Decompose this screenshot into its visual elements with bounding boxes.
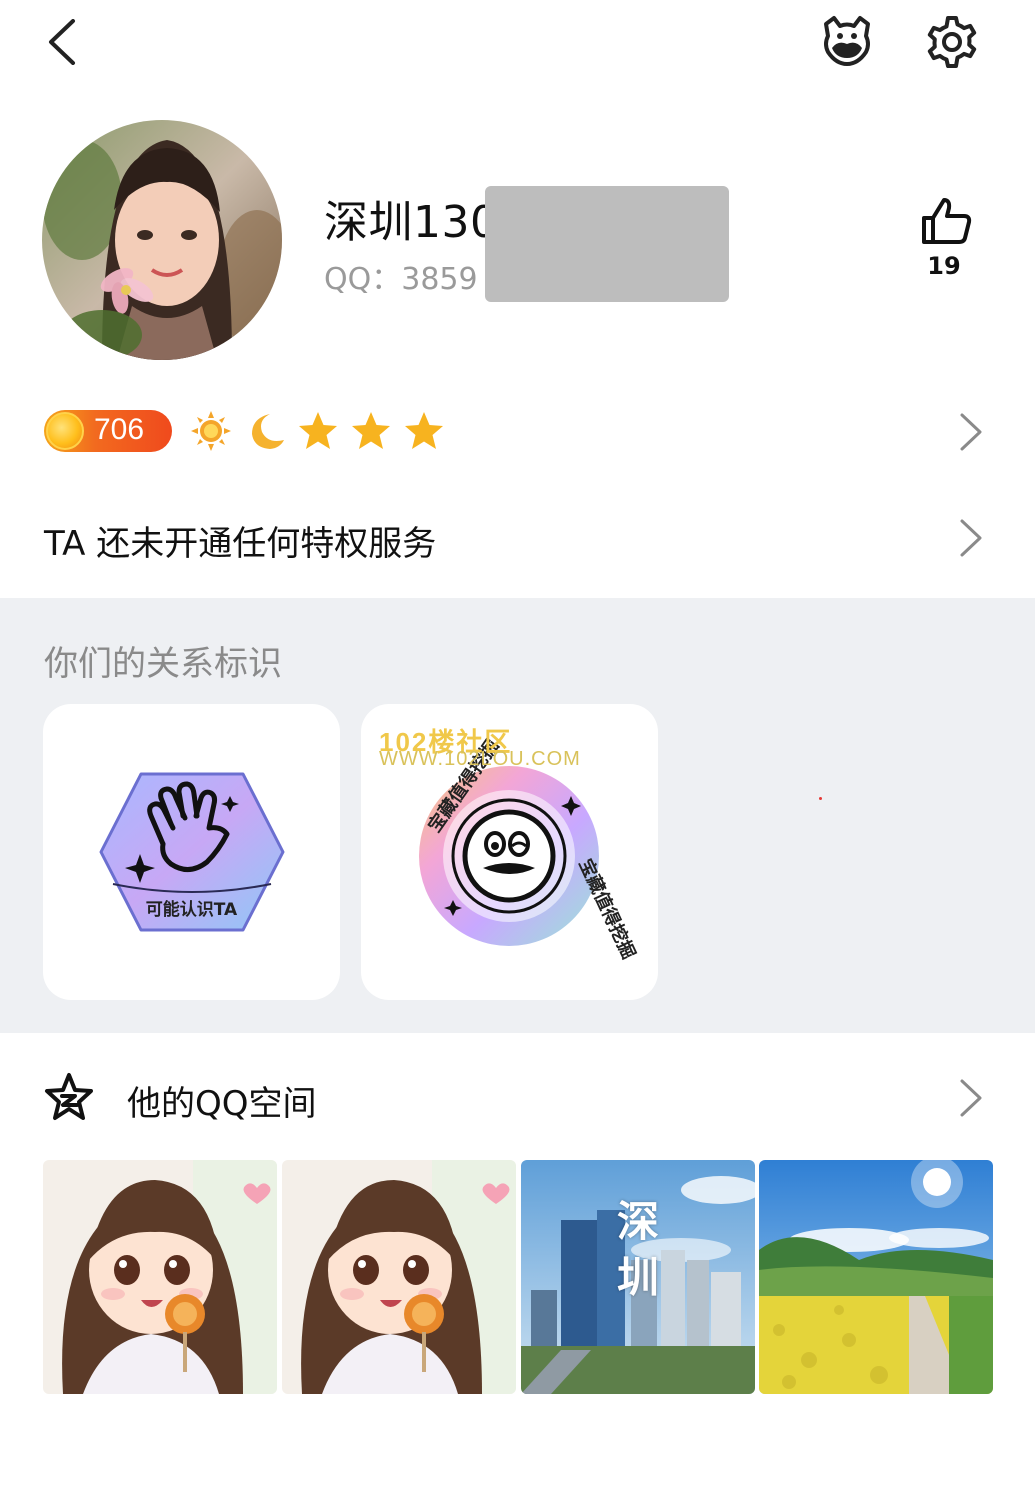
qzone-row[interactable]: 他的QQ空间 [0, 1060, 1035, 1140]
qq-label: QQ： [324, 262, 402, 297]
qzone-photo-2[interactable] [282, 1160, 516, 1394]
level-row[interactable]: 706 [0, 400, 1035, 466]
anime-girl-photo [43, 1160, 277, 1394]
privilege-text: TA 还未开通任何特权服务 [44, 524, 437, 564]
top-bar [0, 0, 1035, 90]
privilege-row[interactable]: TA 还未开通任何特权服务 [0, 500, 1035, 580]
chevron-right-icon [960, 413, 982, 451]
chevron-right-icon [960, 1079, 982, 1117]
gear-icon [927, 16, 977, 68]
qq-number-partial: 3859 [401, 262, 478, 297]
chevron-left-icon [49, 19, 75, 65]
star-icon [405, 412, 443, 449]
moon-icon [252, 414, 284, 449]
nickname: 深圳130 [324, 197, 499, 248]
pet-face-icon [824, 16, 870, 66]
relationship-card-treasure[interactable]: 宝藏值得挖掘 宝藏值得挖掘 102楼社区 WWW.102LOU.COM [361, 704, 658, 1000]
like-button[interactable] [918, 196, 974, 246]
red-dot [819, 797, 822, 800]
avatar-photo [42, 120, 282, 360]
level-badge: 706 [44, 410, 172, 452]
level-value: 706 [94, 413, 145, 446]
field-landscape-photo [759, 1160, 993, 1394]
chevron-right-icon [960, 519, 982, 557]
sun-icon [191, 411, 231, 451]
back-button[interactable] [40, 16, 84, 68]
like-count: 19 [927, 252, 961, 280]
avatar[interactable] [42, 120, 282, 360]
thumbs-up-icon [922, 198, 972, 244]
qzone-star-icon [45, 1073, 93, 1120]
relationship-section: 你们的关系标识 可能认识TA 宝藏值得挖掘 宝藏值得挖掘 102楼社区 WWW.… [0, 598, 1035, 1033]
pet-button[interactable] [818, 14, 876, 70]
may-know-label: 可能认识TA [145, 900, 238, 920]
watermark-url: WWW.102LOU.COM [379, 748, 581, 770]
qq-number: QQ：3859 [324, 254, 478, 298]
settings-button[interactable] [924, 14, 980, 70]
qzone-photo-1[interactable] [43, 1160, 277, 1394]
level-coin-icon [46, 412, 84, 450]
star-icon [299, 412, 337, 449]
qzone-photo-4[interactable] [759, 1160, 993, 1394]
waving-hand-icon [99, 772, 285, 932]
qzone-photo-3[interactable]: 深圳 [521, 1160, 755, 1394]
relationship-card-may-know[interactable]: 可能认识TA [43, 704, 340, 1000]
shenzhen-caption: 深圳 [616, 1197, 659, 1302]
anime-girl-photo [282, 1160, 516, 1394]
relationship-title: 你们的关系标识 [44, 644, 282, 684]
qzone-title: 他的QQ空间 [127, 1084, 317, 1124]
star-icon [352, 412, 390, 449]
redaction-block [485, 186, 729, 302]
